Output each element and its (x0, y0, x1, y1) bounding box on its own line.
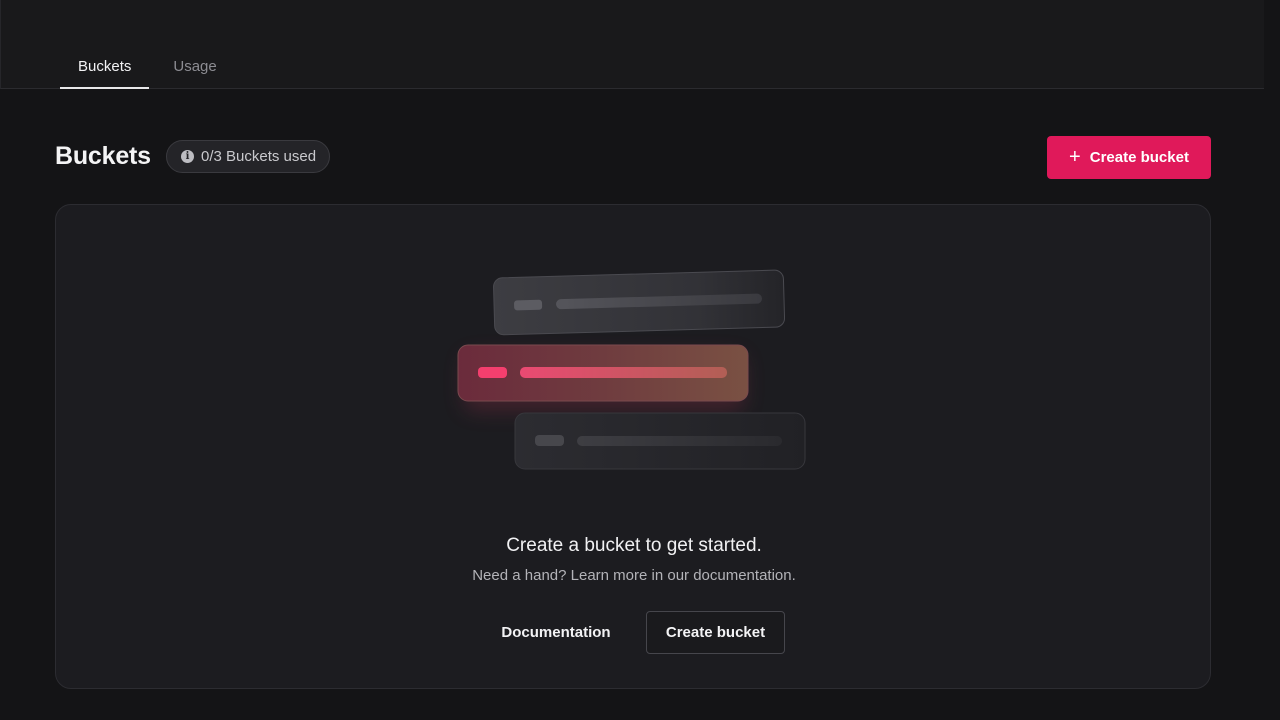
usage-badge-label: 0/3 Buckets used (201, 148, 317, 165)
top-header: Buckets Usage (0, 0, 1264, 89)
page: Buckets Usage Buckets i 0/3 Buckets used… (0, 0, 1280, 720)
create-bucket-secondary-button[interactable]: Create bucket (646, 611, 785, 654)
illustration-card-top (493, 269, 786, 336)
tab-usage[interactable]: Usage (155, 46, 234, 89)
info-icon: i (181, 150, 194, 163)
empty-state-subtext: Need a hand? Learn more in our documenta… (472, 567, 796, 584)
buckets-illustration (457, 269, 806, 470)
empty-state-heading: Create a bucket to get started. (506, 535, 762, 556)
documentation-button[interactable]: Documentation (484, 611, 628, 654)
illustration-card-middle (457, 344, 749, 411)
create-bucket-button-label: Create bucket (1089, 149, 1189, 166)
plus-icon: + (1069, 146, 1081, 168)
usage-badge: i 0/3 Buckets used (166, 140, 331, 173)
illustration-card-bottom (514, 412, 806, 470)
title-row: Buckets i 0/3 Buckets used + Create buck… (55, 136, 1211, 179)
empty-state-card: Create a bucket to get started. Need a h… (55, 204, 1211, 689)
create-bucket-button[interactable]: + Create bucket (1047, 136, 1211, 179)
page-title: Buckets (55, 142, 151, 170)
tab-buckets[interactable]: Buckets (60, 46, 150, 89)
empty-state-actions: Documentation Create bucket (56, 611, 1212, 654)
tab-bar: Buckets Usage (60, 46, 235, 89)
